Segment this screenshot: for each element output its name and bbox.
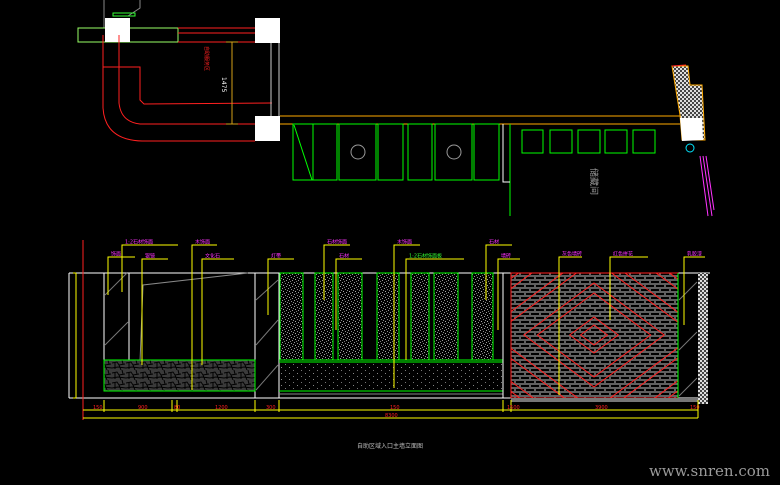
material-label: 石材 [489,239,499,246]
material-label: 灰色墙砖 [562,251,582,258]
material-label: 木饰面 [397,239,412,246]
stone-panels [279,272,494,361]
column [255,18,280,43]
dimension-label: 150 [390,405,400,411]
material-label: 1:2石材饰面板 [409,253,442,260]
dimension-label: 1500 [507,405,520,411]
column [255,116,280,141]
dimension-label: 150 [93,405,103,411]
material-label: 木饰面 [195,239,210,246]
dimension-label: 80 [174,405,180,411]
brick-wall [510,272,679,399]
material-label: 1:2石材饰面 [125,239,153,246]
dimension-label: 3900 [595,405,608,411]
dimension-label: 150 [690,405,700,411]
material-label: 石材 [339,253,349,260]
cad-drawing-canvas: 自助服务区 1475 储藏间 1:2石材饰面 木饰面 石材饰面 木饰面 石材 银… [0,0,780,485]
material-label: 文化石 [205,253,220,260]
floor-plan: 自助服务区 1475 储藏间 [77,0,715,217]
material-label: 红色拼花 [613,251,633,258]
material-label: 乳胶漆 [687,251,702,258]
dimension-labels: 150 900 80 1200 300 150 1500 3900 150 8300 [93,405,700,419]
column [105,18,130,42]
cad-drawing: 自助服务区 1475 储藏间 1:2石材饰面 木饰面 石材饰面 木饰面 石材银镜… [68,0,715,450]
leader-line [141,258,168,365]
material-label: 灯带 [271,253,281,260]
material-label: 墙砖 [501,253,511,260]
dimension-label: 300 [266,405,276,411]
material-label: 银镜 [145,253,155,260]
elevation [68,240,710,420]
room-label: 储藏间 [588,168,600,195]
material-labels: 1:2石材饰面 木饰面 石材饰面 木饰面 石材银镜 文化石 灯带 石材 1:2石材饰面板 墙砖 灰色… [111,239,702,260]
watermark: www.snren.com [649,462,770,480]
dimension-1475: 1475 [220,77,227,92]
dimension-label: 900 [138,405,148,411]
overall-dimension: 8300 [385,413,398,419]
material-label: 饰面 [111,251,121,258]
dimension-label: 1200 [215,405,228,411]
cabinet-row [292,123,656,216]
stone-base [103,359,256,392]
zone-label: 自助服务区 [203,46,210,71]
leader-line [121,244,178,292]
material-label: 石材饰面 [327,239,347,246]
drawing-caption: 自助区域入口主墙立面图 [357,442,423,450]
